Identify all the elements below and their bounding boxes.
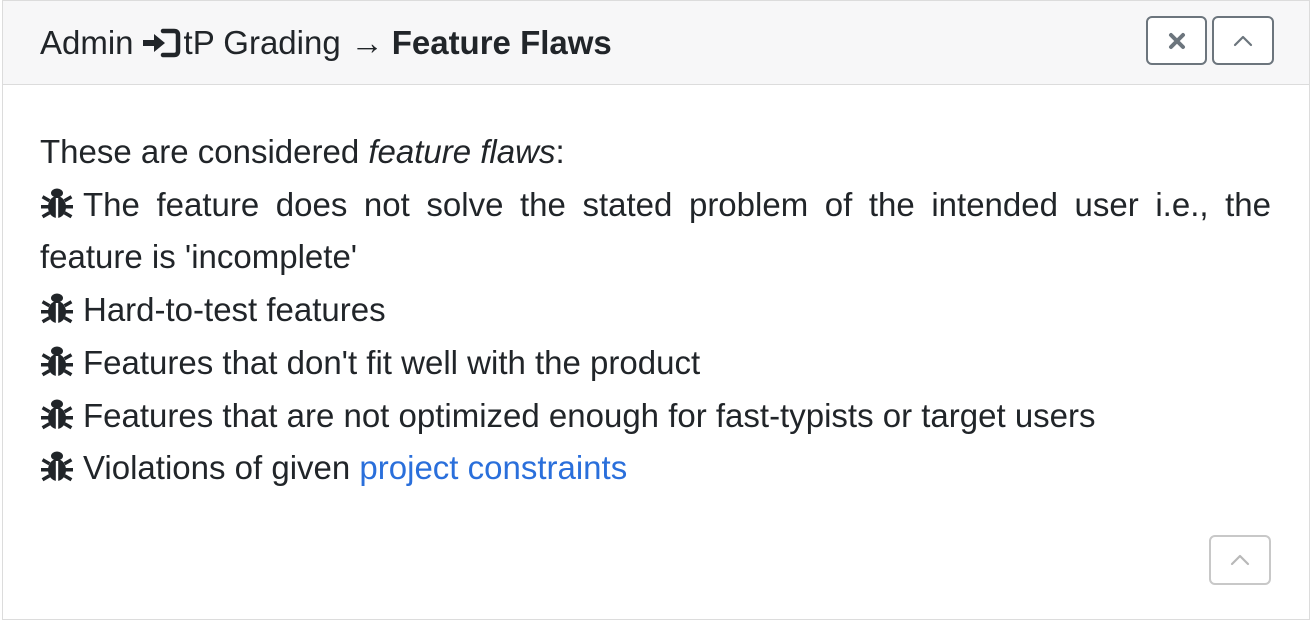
intro-text: These are considered feature flaws: (40, 126, 1271, 179)
bug-icon (41, 293, 73, 324)
close-button[interactable] (1146, 16, 1207, 65)
chevron-up-icon (1230, 554, 1250, 566)
scroll-to-top-button[interactable] (1209, 535, 1271, 585)
bug-icon (41, 451, 73, 482)
collapse-button[interactable] (1212, 16, 1274, 65)
list-item: Features that don't fit well with the pr… (40, 337, 1271, 390)
breadcrumb: Admin tP Grading → Feature Flaws (40, 24, 612, 62)
sign-in-icon (142, 28, 180, 57)
list-item: The feature does not solve the stated pr… (40, 179, 1271, 284)
breadcrumb-arrow: → (350, 23, 384, 61)
close-x-icon (1168, 32, 1185, 49)
panel-header: Admin tP Grading → Feature Flaws (3, 1, 1309, 85)
intro-emphasis: feature flaws (368, 133, 556, 170)
page-title: Feature Flaws (391, 23, 612, 61)
project-constraints-link[interactable]: project constraints (359, 449, 627, 486)
list-item: Violations of given project constraints (40, 442, 1271, 495)
list-item: Hard-to-test features (40, 284, 1271, 337)
bug-icon (41, 346, 73, 377)
breadcrumb-tp-grading: tP Grading (183, 23, 341, 61)
breadcrumb-admin: Admin (40, 23, 134, 61)
item-text: Features that don't fit well with the pr… (83, 343, 701, 381)
intro-suffix: : (555, 133, 565, 170)
bug-icon (41, 188, 73, 218)
item-text: Violations of given (83, 449, 360, 487)
list-item: Features that are not optimized enough f… (40, 390, 1271, 443)
intro-prefix: These are considered (40, 133, 369, 170)
item-text: Hard-to-test features (83, 291, 386, 329)
chevron-up-icon (1233, 35, 1253, 46)
bug-icon (41, 399, 73, 429)
item-text: The feature does not solve the stated pr… (40, 185, 1271, 276)
feature-flaws-panel: Admin tP Grading → Feature Flaws These a… (2, 0, 1310, 620)
panel-body: These are considered feature flaws: The … (3, 85, 1309, 495)
item-text: Features that are not optimized enough f… (83, 396, 1096, 434)
